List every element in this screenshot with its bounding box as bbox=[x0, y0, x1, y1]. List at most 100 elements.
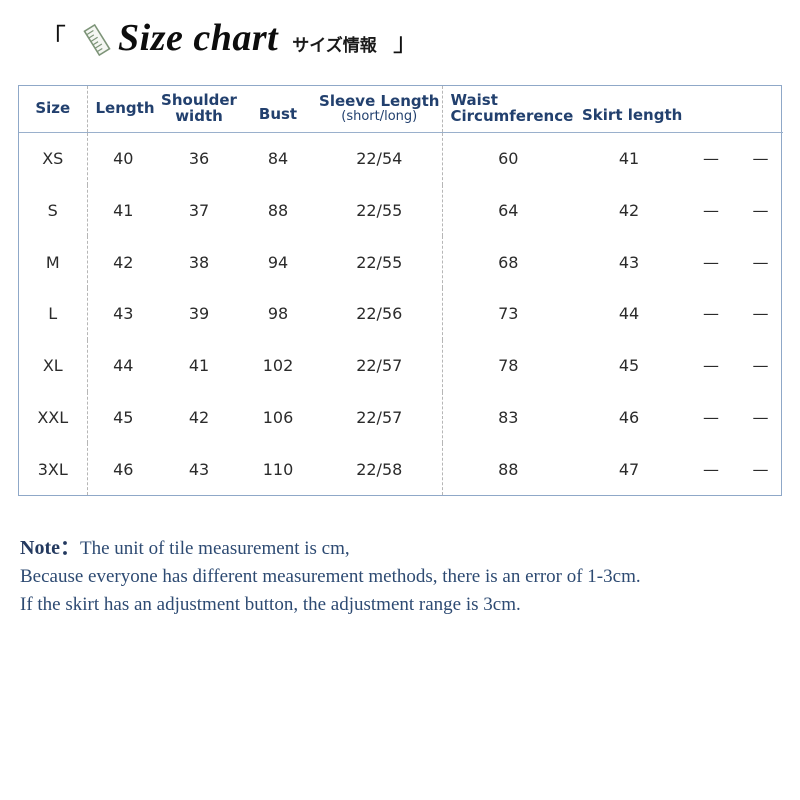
cell-length: 43 bbox=[113, 304, 134, 324]
note-line-2: Because everyone has different measureme… bbox=[20, 566, 641, 587]
cell-size: 3XL bbox=[19, 443, 88, 495]
cell-extra-1: — bbox=[703, 459, 719, 479]
ruler-icon bbox=[80, 23, 114, 57]
cell-waist: 64 bbox=[498, 201, 519, 221]
column-header-sleeve-length: Sleeve Length (short/long) bbox=[317, 86, 443, 133]
column-header-shoulder-sub: width bbox=[175, 107, 223, 125]
cell-skirt: 45 bbox=[618, 356, 640, 376]
column-header-skirt-length: Skirt length bbox=[574, 86, 684, 133]
size-chart-table: Size Length Shoulder width Bust Sleeve L… bbox=[19, 86, 783, 495]
size-chart-table-container: Size Length Shoulder width Bust Sleeve L… bbox=[18, 85, 783, 496]
note-label: Note： bbox=[20, 537, 80, 559]
column-header-bust: Bust bbox=[239, 86, 317, 133]
table-header-row: Size Length Shoulder width Bust Sleeve L… bbox=[19, 86, 783, 133]
cell-waist: 73 bbox=[498, 304, 519, 324]
cell-sleeve: 22/57 bbox=[317, 339, 443, 392]
table-row: L 43 39 98 22/56 73 44 — — bbox=[19, 288, 783, 340]
cell-extra-1: — bbox=[703, 356, 719, 376]
cell-extra-1: — bbox=[703, 201, 719, 221]
cell-shoulder: 38 bbox=[188, 252, 210, 272]
table-row: XXL 45 42 106 22/57 83 46 — — bbox=[19, 391, 783, 444]
cell-sleeve: 22/55 bbox=[317, 184, 443, 237]
column-header-waist-circumference: Waist Circumference bbox=[442, 86, 574, 133]
cell-size: XXL bbox=[19, 391, 88, 444]
column-header-length: Length bbox=[87, 86, 159, 133]
column-header-extra-1 bbox=[684, 86, 738, 133]
cell-bust: 98 bbox=[267, 304, 289, 324]
title-text-jp: サイズ情報 bbox=[292, 35, 377, 56]
cell-length: 44 bbox=[113, 356, 134, 376]
table-row: XS 40 36 84 22/54 60 41 — — bbox=[19, 132, 783, 185]
cell-extra-2: — bbox=[752, 304, 769, 324]
note-line-3: If the skirt has an adjustment button, t… bbox=[20, 593, 521, 615]
bracket-right: 」 bbox=[392, 28, 419, 58]
cell-extra-2: — bbox=[752, 201, 769, 221]
cell-sleeve: 22/55 bbox=[317, 236, 443, 289]
cell-shoulder: 41 bbox=[188, 356, 210, 376]
page-title: 「 Size chart サイズ情報 」 bbox=[40, 14, 419, 64]
cell-bust: 106 bbox=[262, 407, 294, 427]
column-header-shoulder-width: Shoulder width bbox=[159, 86, 239, 133]
cell-sleeve: 22/57 bbox=[317, 391, 443, 444]
cell-extra-1: — bbox=[703, 149, 719, 169]
cell-extra-1: — bbox=[703, 407, 719, 427]
note-text-1: The unit of tile measurement is cm, bbox=[79, 538, 350, 559]
cell-skirt: 43 bbox=[618, 252, 640, 272]
column-header-size-label: Size bbox=[35, 99, 71, 118]
column-header-extra-2 bbox=[738, 86, 783, 133]
table-row: S 41 37 88 22/55 64 42 — — bbox=[19, 184, 783, 237]
cell-skirt: 42 bbox=[618, 201, 640, 221]
table-row: XL 44 41 102 22/57 78 45 — — bbox=[19, 339, 783, 392]
cell-shoulder: 42 bbox=[188, 407, 210, 427]
cell-waist: 60 bbox=[498, 149, 519, 169]
cell-bust: 84 bbox=[267, 149, 289, 169]
cell-size: XL bbox=[19, 339, 88, 392]
cell-bust: 102 bbox=[262, 356, 294, 376]
cell-extra-2: — bbox=[752, 252, 769, 272]
cell-extra-2: — bbox=[752, 149, 769, 169]
title-text-en: Size chart bbox=[118, 17, 279, 59]
cell-skirt: 41 bbox=[618, 149, 640, 169]
cell-sleeve: 22/54 bbox=[317, 132, 443, 185]
cell-waist: 83 bbox=[498, 407, 519, 427]
cell-shoulder: 43 bbox=[188, 459, 210, 479]
cell-extra-2: — bbox=[752, 407, 769, 427]
cell-extra-2: — bbox=[752, 459, 769, 479]
cell-extra-1: — bbox=[703, 252, 719, 272]
note-block: Note：The unit of tile measurement is cm,… bbox=[20, 534, 760, 618]
cell-extra-1: — bbox=[703, 304, 719, 324]
note-line-1: Note：The unit of tile measurement is cm, bbox=[20, 534, 760, 563]
cell-length: 41 bbox=[113, 201, 134, 221]
cell-length: 40 bbox=[113, 149, 134, 169]
cell-length: 42 bbox=[113, 252, 134, 272]
cell-bust: 88 bbox=[267, 201, 289, 221]
cell-skirt: 44 bbox=[618, 304, 640, 324]
column-header-skirt-label: Skirt length bbox=[582, 106, 683, 125]
column-header-sleeve-label: Sleeve Length bbox=[319, 92, 440, 111]
cell-shoulder: 37 bbox=[188, 201, 210, 221]
cell-skirt: 46 bbox=[618, 407, 640, 427]
table-row: 3XL 46 43 110 22/58 88 47 — — bbox=[19, 443, 783, 495]
table-row: M 42 38 94 22/55 68 43 — — bbox=[19, 236, 783, 289]
cell-waist: 88 bbox=[498, 459, 519, 479]
cell-sleeve: 22/56 bbox=[317, 288, 443, 340]
column-header-bust-label: Bust bbox=[258, 105, 298, 124]
column-header-sleeve-sub: (short/long) bbox=[341, 109, 418, 125]
cell-extra-2: — bbox=[752, 356, 769, 376]
bracket-left: 「 bbox=[40, 24, 67, 54]
cell-sleeve: 22/58 bbox=[317, 443, 443, 495]
cell-shoulder: 36 bbox=[188, 149, 210, 169]
column-header-length-label: Length bbox=[95, 99, 155, 118]
cell-length: 46 bbox=[113, 459, 134, 479]
column-header-size: Size bbox=[19, 86, 88, 133]
cell-size: L bbox=[19, 288, 88, 340]
cell-waist: 78 bbox=[498, 356, 519, 376]
column-header-waist-sub: Circumference bbox=[450, 107, 574, 125]
cell-size: M bbox=[19, 236, 88, 289]
cell-skirt: 47 bbox=[618, 459, 640, 479]
cell-bust: 110 bbox=[262, 459, 294, 479]
cell-size: XS bbox=[19, 132, 88, 185]
cell-waist: 68 bbox=[498, 252, 519, 272]
cell-length: 45 bbox=[113, 407, 134, 427]
cell-bust: 94 bbox=[267, 252, 289, 272]
